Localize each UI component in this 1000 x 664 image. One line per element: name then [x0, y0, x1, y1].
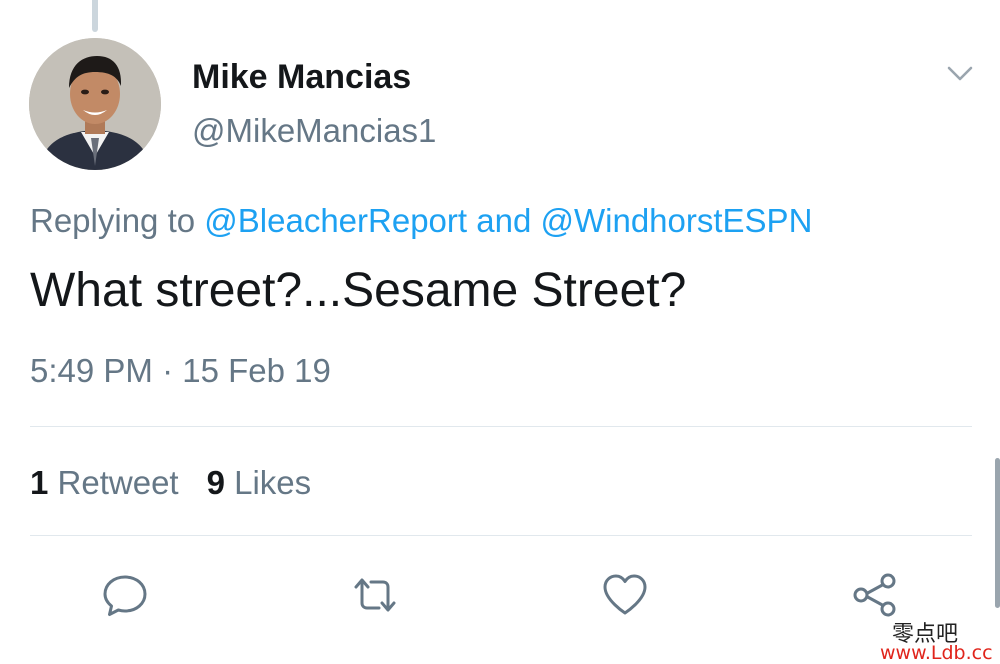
mention-link-bleacherreport[interactable]: @BleacherReport — [204, 202, 467, 239]
divider — [30, 426, 972, 427]
watermark-url: www.Ldb.cc — [880, 642, 993, 664]
share-icon[interactable] — [850, 570, 900, 620]
tweet-time: 5:49 PM — [30, 352, 153, 389]
chevron-down-icon[interactable] — [944, 60, 976, 88]
author-handle[interactable]: @MikeMancias1 — [192, 112, 436, 150]
reply-joiner: and — [476, 202, 532, 239]
timestamp-separator: · — [162, 352, 174, 389]
like-stat[interactable]: 9 Likes — [207, 464, 312, 501]
tweet-text: What street?...Sesame Street? — [30, 264, 687, 317]
retweet-stat[interactable]: 1 Retweet — [30, 464, 179, 501]
mention-link-windhorstespn[interactable]: @WindhorstESPN — [540, 202, 812, 239]
replying-to-line: Replying to @BleacherReport and @Windhor… — [30, 202, 812, 240]
retweet-label: Retweet — [57, 464, 179, 501]
engagement-stats: 1 Retweet 9 Likes — [30, 464, 311, 502]
retweet-icon[interactable] — [350, 570, 400, 620]
like-count: 9 — [206, 464, 225, 501]
tweet-date: 15 Feb 19 — [182, 352, 331, 389]
scrollbar[interactable] — [995, 458, 1000, 608]
reply-bubble-icon[interactable] — [100, 570, 150, 620]
replying-to-label: Replying to — [30, 202, 196, 239]
retweet-count: 1 — [30, 464, 49, 501]
divider — [30, 535, 972, 536]
heart-icon[interactable] — [600, 570, 650, 620]
thread-connector-line — [92, 0, 98, 32]
avatar-photo — [29, 38, 161, 170]
like-label: Likes — [234, 464, 312, 501]
tweet-timestamp[interactable]: 5:49 PM · 15 Feb 19 — [30, 352, 331, 390]
avatar[interactable] — [29, 38, 161, 170]
author-name[interactable]: Mike Mancias — [192, 58, 411, 97]
